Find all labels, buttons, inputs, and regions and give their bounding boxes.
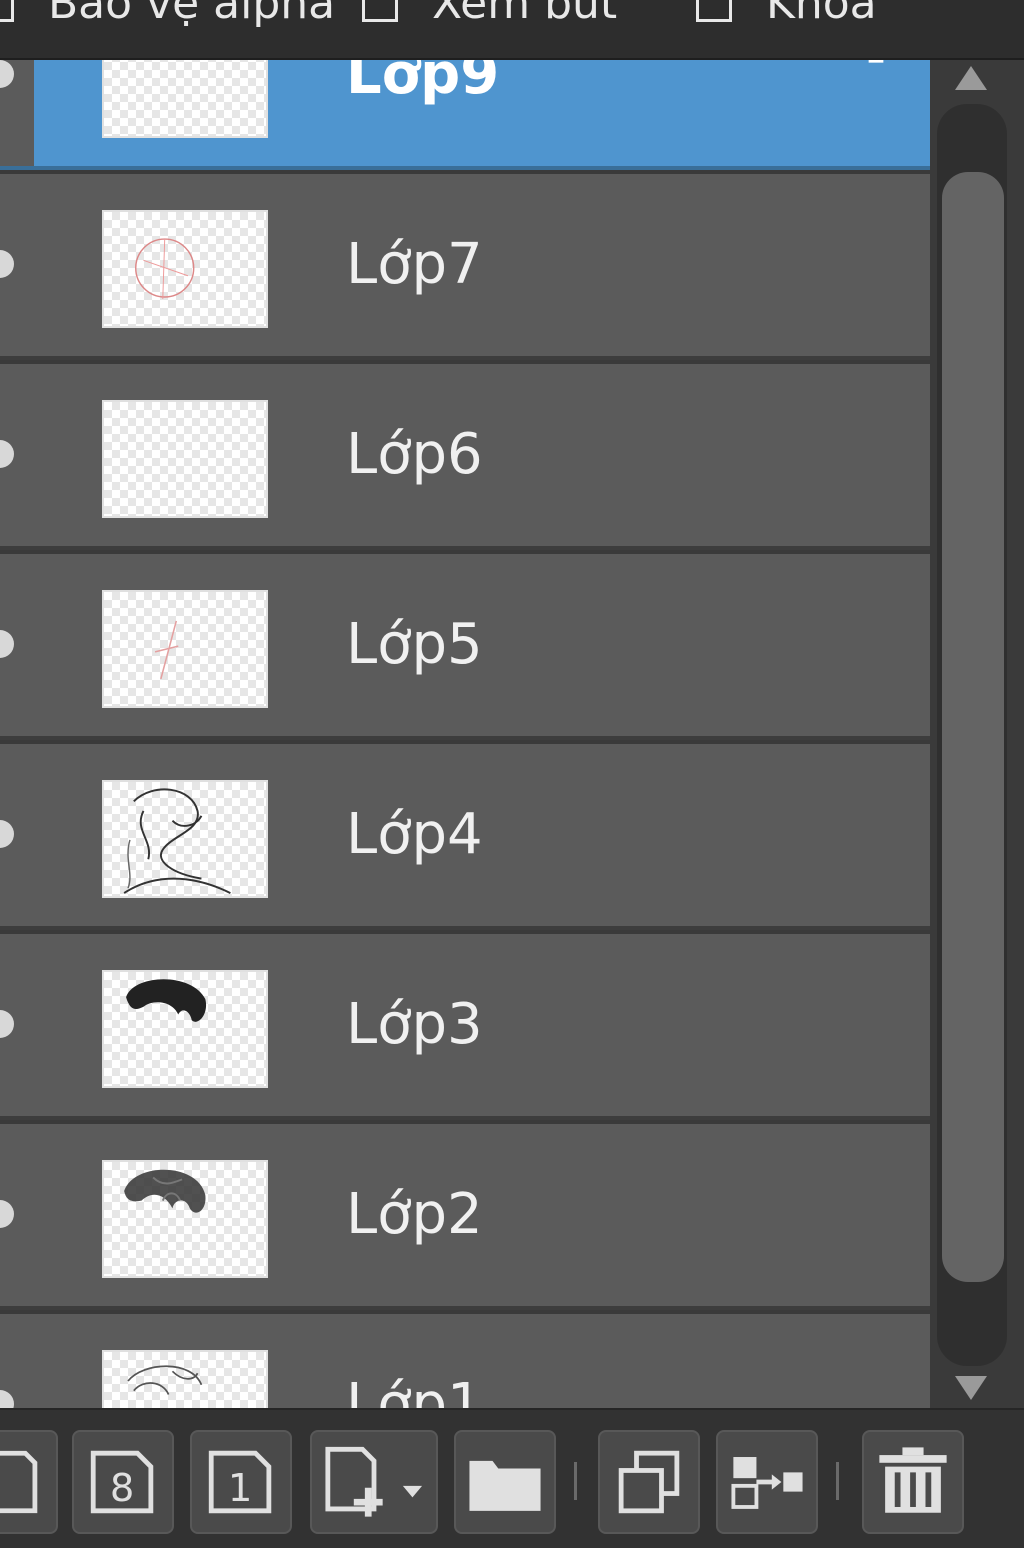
merge-down-button[interactable]: [716, 1430, 818, 1534]
layer-thumbnail: [102, 590, 268, 708]
visibility-eye-icon[interactable]: [0, 820, 14, 848]
layer-thumbnail: [102, 1350, 268, 1408]
layer-row-lop2[interactable]: Lớp2: [0, 1124, 930, 1310]
layer-name: Lớp4: [346, 802, 483, 867]
visibility-eye-icon[interactable]: [0, 1010, 14, 1038]
red-circle-thumb-icon: [135, 238, 195, 299]
hair-sketch-thumb-icon: [124, 1169, 206, 1213]
layer-thumbnail: [102, 210, 268, 328]
lock-checkbox[interactable]: [696, 0, 732, 22]
duplicate-icon: [618, 1450, 680, 1514]
alpha-protect-option[interactable]: Bảo vệ alpha: [0, 0, 335, 29]
layer-name: Lớp5: [346, 612, 483, 677]
red-stroke-thumb-icon: [154, 620, 179, 680]
new-8bit-layer-button[interactable]: 8: [72, 1430, 174, 1534]
scroll-down-arrow-icon[interactable]: [955, 1376, 987, 1400]
layer-name: Lớp6: [346, 422, 483, 487]
dark-hair-thumb-icon: [126, 979, 207, 1022]
add-layer-dropdown-button[interactable]: [310, 1430, 438, 1534]
layer-name: Lớp2: [346, 1182, 483, 1247]
layer-row-lop1[interactable]: Lớp1: [0, 1314, 930, 1408]
layer-options-bar: Bảo vệ alpha Xem bút Khóa: [0, 0, 1024, 60]
layer-name: Lớp7: [346, 232, 483, 297]
folder-icon: [469, 1460, 541, 1511]
visibility-eye-icon[interactable]: [0, 440, 14, 468]
layer-name: Lớp1: [346, 1372, 483, 1408]
toolbar-separator: [574, 1462, 577, 1500]
new-1bit-layer-button[interactable]: 1: [190, 1430, 292, 1534]
page-1-glyph: 1: [228, 1466, 252, 1511]
view-stroke-label: Xem bút: [432, 0, 618, 29]
page-8-icon: 8: [90, 1450, 154, 1514]
scroll-up-arrow-icon[interactable]: [955, 66, 987, 90]
layer-name: Lớp3: [346, 992, 483, 1057]
layer-name: Lớp9: [346, 60, 500, 107]
layer-thumbnail: [102, 1160, 268, 1278]
view-stroke-checkbox[interactable]: [362, 0, 398, 22]
smudge-thumb-icon: [104, 60, 266, 136]
page-8-glyph: 8: [110, 1466, 134, 1511]
alpha-protect-checkbox[interactable]: [0, 0, 14, 22]
chevron-down-icon: [402, 1485, 423, 1498]
new-layer-button[interactable]: [0, 1430, 58, 1534]
lock-option[interactable]: Khóa: [696, 0, 877, 29]
line-sketch-thumb-icon: [127, 1365, 203, 1395]
layer-row-lop5[interactable]: Lớp5: [0, 554, 930, 740]
layer-row-lop4[interactable]: Lớp4: [0, 744, 930, 930]
figure-sketch-thumb-icon: [123, 788, 231, 894]
layer-thumbnail: [102, 400, 268, 518]
layer-row-lop6[interactable]: Lớp6: [0, 364, 930, 550]
layer-list: Lớp9 Lớp7 Lớp6 Lớp5 Lớp4 Lớp3 Lớp2 Lớp1: [0, 60, 930, 1408]
layer-thumbnail: [102, 60, 268, 138]
page-icon: [0, 1450, 38, 1514]
alpha-protect-label: Bảo vệ alpha: [48, 0, 336, 29]
page-1-icon: 1: [208, 1450, 272, 1514]
visibility-eye-icon[interactable]: [0, 1200, 14, 1228]
toolbar-separator: [836, 1462, 839, 1500]
visibility-eye-icon[interactable]: [0, 630, 14, 658]
layer-row-lop7[interactable]: Lớp7: [0, 174, 930, 360]
page-plus-icon: [325, 1446, 423, 1517]
delete-layer-button[interactable]: [862, 1430, 964, 1534]
new-folder-button[interactable]: [454, 1430, 556, 1534]
view-stroke-option[interactable]: Xem bút: [362, 0, 617, 29]
visibility-eye-icon[interactable]: [0, 1390, 14, 1408]
merge-icon: [731, 1457, 803, 1509]
duplicate-layer-button[interactable]: [598, 1430, 700, 1534]
layer-thumbnail: [102, 970, 268, 1088]
scrollbar-thumb[interactable]: [942, 172, 1004, 1282]
layer-row-lop3[interactable]: Lớp3: [0, 934, 930, 1120]
trash-icon: [879, 1447, 947, 1513]
layer-row-lop9[interactable]: Lớp9: [0, 60, 930, 170]
lock-label: Khóa: [766, 0, 877, 29]
visibility-eye-icon[interactable]: [0, 250, 14, 278]
gear-icon[interactable]: [830, 60, 922, 70]
layer-toolbar: 8 1: [0, 1408, 1024, 1548]
layer-thumbnail: [102, 780, 268, 898]
